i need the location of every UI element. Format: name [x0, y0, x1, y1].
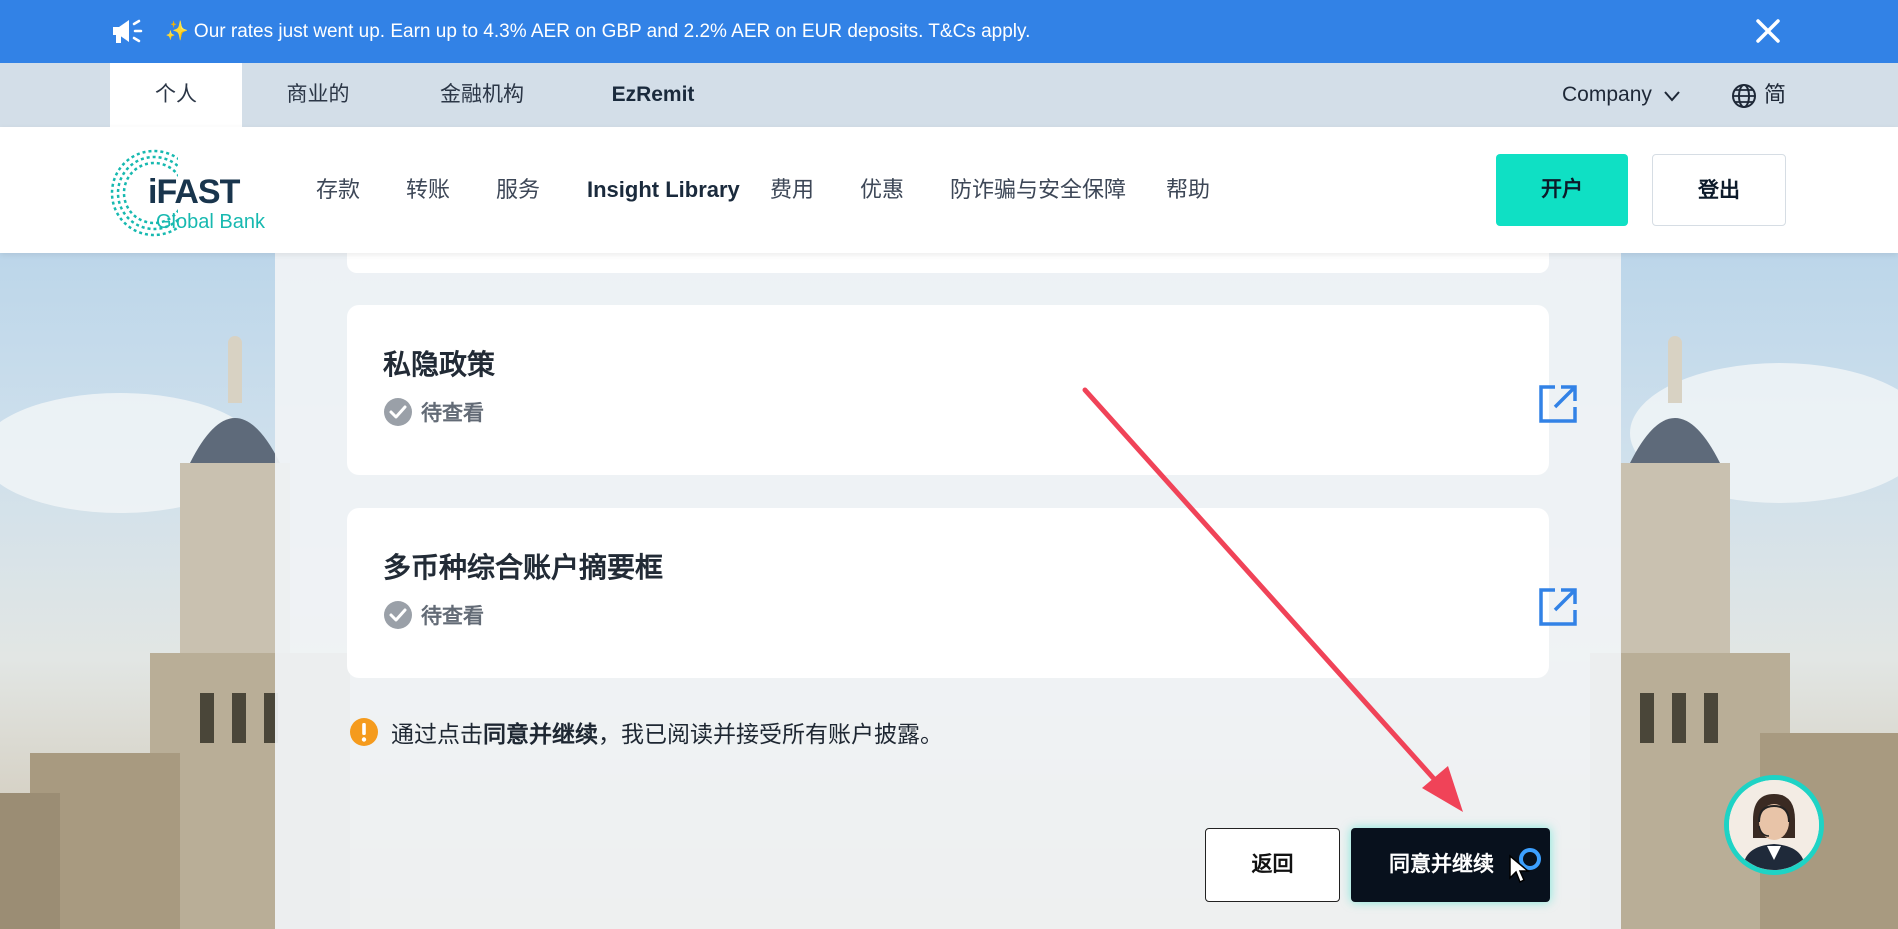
warning-icon: [350, 718, 378, 746]
segment-tab-business[interactable]: 商业的: [256, 63, 380, 127]
document-status: 待查看: [383, 397, 484, 427]
segment-tab-financial-institutions[interactable]: 金融机构: [420, 63, 544, 127]
check-circle-icon: [384, 398, 412, 426]
document-card-account-summary[interactable]: 多币种综合账户摘要框 待查看: [347, 508, 1577, 678]
nav-item-fees[interactable]: 费用: [770, 127, 814, 253]
document-status: 待查看: [383, 600, 484, 630]
document-status-label: 待查看: [421, 605, 484, 628]
document-title: 私隐政策: [383, 349, 496, 380]
nav-item-offers[interactable]: 优惠: [860, 127, 904, 253]
open-account-button[interactable]: 开户: [1496, 154, 1628, 226]
document-card-privacy-policy[interactable]: 私隐政策 待查看: [347, 305, 1577, 475]
close-icon[interactable]: [1752, 15, 1784, 47]
language-selector[interactable]: 简: [1764, 63, 1786, 127]
brand-logo[interactable]: iFAST Global Bank: [108, 147, 284, 239]
logout-button[interactable]: 登出: [1652, 154, 1786, 226]
external-link-icon[interactable]: [1537, 383, 1579, 425]
external-link-icon[interactable]: [1537, 586, 1579, 628]
announcement-bar: ✨ Our rates just went up. Earn up to 4.3…: [0, 0, 1898, 63]
megaphone-icon: [113, 19, 143, 43]
nav-item-transfer[interactable]: 转账: [406, 127, 450, 253]
main-navigation: iFAST Global Bank 存款 转账 服务 Insight Libra…: [0, 127, 1898, 253]
chat-support-avatar[interactable]: [1724, 775, 1824, 875]
check-circle-icon: [384, 601, 412, 629]
document-status-label: 待查看: [421, 402, 484, 425]
nav-item-fraud-security[interactable]: 防诈骗与安全保障: [950, 127, 1126, 253]
announcement-text: ✨ Our rates just went up. Earn up to 4.3…: [165, 21, 1031, 42]
nav-item-insight-library[interactable]: Insight Library: [587, 127, 740, 253]
nav-item-services[interactable]: 服务: [496, 127, 540, 253]
disclosures-panel: 私隐政策 待查看 多币种综合账户摘要框 待查看 通过点击同意并继续，我已阅读并接…: [275, 253, 1621, 929]
back-button[interactable]: 返回: [1205, 828, 1340, 902]
globe-icon[interactable]: [1731, 83, 1757, 109]
notice-text: 通过点击同意并继续，我已阅读并接受所有账户披露。: [391, 721, 943, 747]
disclosure-notice: 通过点击同意并继续，我已阅读并接受所有账户披露。: [349, 715, 943, 749]
segment-tab-personal[interactable]: 个人: [110, 63, 242, 127]
brand-subtitle: Global Bank: [156, 211, 265, 233]
chevron-down-icon[interactable]: [1662, 86, 1682, 106]
nav-item-help[interactable]: 帮助: [1166, 127, 1210, 253]
brand-name: iFAST: [148, 173, 240, 211]
document-title: 多币种综合账户摘要框: [383, 552, 664, 583]
segment-tab-ezremit[interactable]: EzRemit: [598, 63, 708, 127]
support-agent-icon: [1729, 780, 1819, 870]
company-dropdown[interactable]: Company: [1562, 63, 1652, 127]
segment-bar: 个人 商业的 金融机构 EzRemit Company 简: [0, 63, 1898, 127]
nav-item-deposits[interactable]: 存款: [316, 127, 360, 253]
mouse-cursor-icon: [1509, 854, 1530, 884]
previous-card-edge: [347, 253, 1549, 273]
